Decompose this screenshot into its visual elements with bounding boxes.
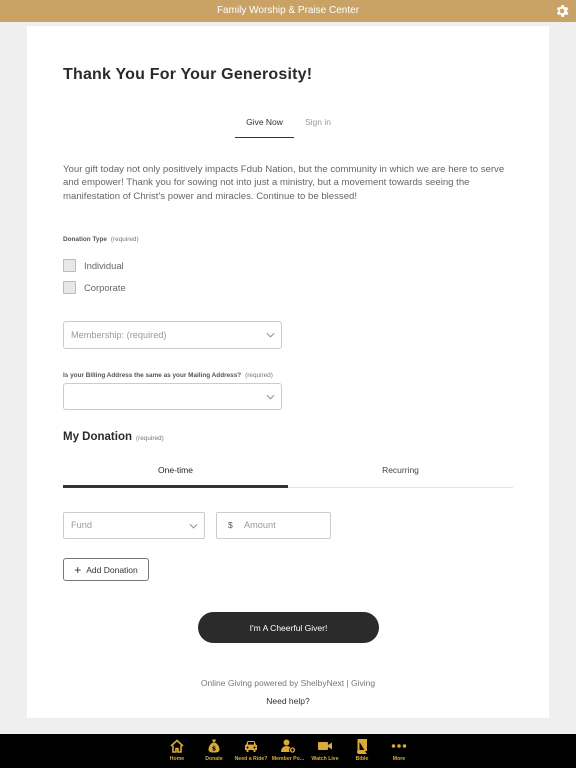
- nav-need-a-ride[interactable]: Need a Ride?: [231, 738, 271, 762]
- nav-member-portal-label: Member Po...: [271, 756, 305, 762]
- nav-watch-live[interactable]: Watch Live: [305, 738, 345, 762]
- my-donation-title: My Donation: [63, 431, 132, 443]
- nav-member-portal[interactable]: Member Po...: [268, 738, 308, 762]
- donation-type-label-text: Donation Type: [63, 236, 107, 243]
- frequency-tabs: One-time Recurring: [63, 464, 513, 488]
- chevron-down-icon: [266, 332, 275, 338]
- tab-give-now[interactable]: Give Now: [235, 116, 294, 138]
- individual-checkbox[interactable]: [63, 258, 76, 272]
- nav-need-a-ride-label: Need a Ride?: [234, 756, 268, 762]
- nav-watch-live-label: Watch Live: [311, 756, 339, 762]
- nav-home-label: Home: [169, 756, 185, 762]
- billing-question-label: Is your Billing Address the same as your…: [63, 372, 273, 379]
- more-dots-icon: [391, 744, 407, 748]
- tab-recurring[interactable]: Recurring: [288, 464, 513, 488]
- donation-type-label: Donation Type (required): [63, 236, 139, 243]
- bible-icon: [357, 739, 367, 754]
- page-title: Thank You For Your Generosity!: [63, 66, 313, 83]
- home-icon: [170, 739, 184, 753]
- amount-input[interactable]: $ Amount: [216, 512, 331, 539]
- plus-icon: +: [74, 562, 82, 577]
- app-header: Family Worship & Praise Center: [0, 0, 576, 22]
- need-help-link[interactable]: Need help?: [27, 696, 549, 706]
- membership-placeholder: Membership: (required): [71, 330, 167, 340]
- required-note: (required): [245, 372, 273, 379]
- nav-donate[interactable]: $ Donate: [194, 738, 234, 762]
- gear-icon[interactable]: [554, 3, 570, 19]
- billing-question-text: Is your Billing Address the same as your…: [63, 372, 242, 379]
- required-note: (required): [110, 236, 139, 243]
- nav-home[interactable]: Home: [157, 738, 197, 762]
- fund-select[interactable]: Fund: [63, 512, 205, 539]
- tab-one-time[interactable]: One-time: [63, 464, 288, 488]
- video-camera-icon: [318, 742, 332, 750]
- nav-more-label: More: [392, 756, 406, 762]
- giving-form-card: Thank You For Your Generosity! Give Now …: [27, 26, 549, 718]
- add-donation-label: Add Donation: [86, 564, 138, 575]
- powered-by-text: Online Giving powered by ShelbyNext | Gi…: [200, 678, 376, 688]
- amount-placeholder: Amount: [244, 520, 276, 530]
- nav-bible[interactable]: Bible: [342, 738, 382, 762]
- membership-select[interactable]: Membership: (required): [63, 321, 282, 349]
- svg-text:$: $: [212, 746, 216, 753]
- nav-more[interactable]: More: [379, 738, 419, 762]
- chevron-down-icon: [266, 394, 275, 400]
- required-note: (required): [136, 435, 164, 442]
- submit-giving-button[interactable]: I'm A Cheerful Giver!: [198, 612, 379, 643]
- member-icon: [281, 739, 296, 754]
- intro-text: Your gift today not only positively impa…: [63, 164, 505, 202]
- money-bag-icon: $: [208, 739, 220, 753]
- billing-same-select[interactable]: [63, 383, 282, 410]
- tab-sign-in[interactable]: Sign in: [305, 116, 331, 138]
- individual-label: Individual: [84, 259, 124, 271]
- chevron-down-icon: [189, 523, 198, 529]
- corporate-checkbox[interactable]: [63, 280, 76, 294]
- donation-type-individual[interactable]: Individual: [63, 258, 124, 272]
- nav-donate-label: Donate: [205, 756, 223, 762]
- currency-symbol: $: [228, 520, 233, 530]
- my-donation-heading: My Donation (required): [63, 431, 164, 443]
- nav-bible-label: Bible: [355, 756, 369, 762]
- donation-type-corporate[interactable]: Corporate: [63, 280, 126, 294]
- corporate-label: Corporate: [84, 281, 126, 293]
- bottom-nav: Home $ Donate Need a Ride? Member Po...: [0, 734, 576, 768]
- car-icon: [245, 741, 257, 752]
- add-donation-button[interactable]: + Add Donation: [63, 558, 149, 581]
- app-title: Family Worship & Praise Center: [216, 5, 360, 16]
- fund-placeholder: Fund: [71, 520, 92, 530]
